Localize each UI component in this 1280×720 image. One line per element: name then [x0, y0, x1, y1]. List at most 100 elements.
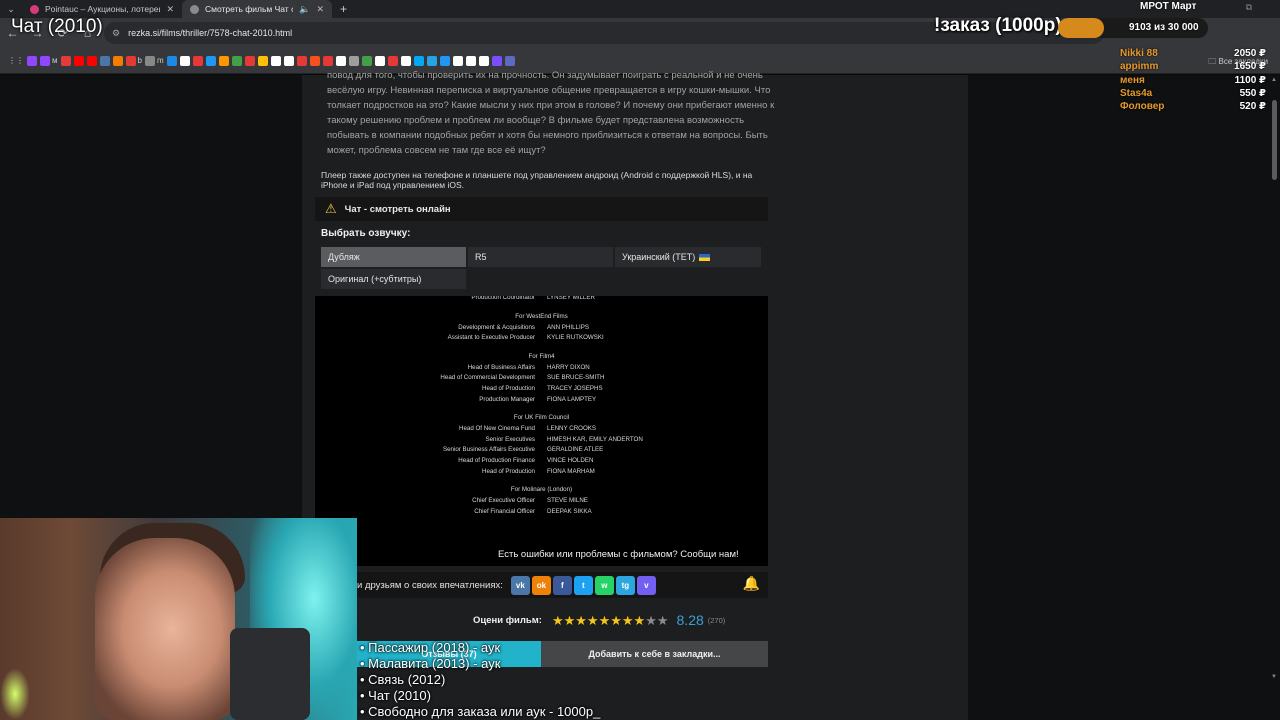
- tab-search-icon[interactable]: ⌄: [0, 4, 22, 15]
- new-tab-icon[interactable]: +: [332, 2, 355, 16]
- donation-progress-fill: [1058, 18, 1104, 38]
- rating-star-icon[interactable]: ★: [610, 614, 622, 627]
- bookmark-favicon-icon: [296, 55, 307, 66]
- window-controls[interactable]: ⧉: [1246, 2, 1266, 13]
- notification-bell-icon[interactable]: 🔔: [743, 575, 760, 592]
- bookmark-favicon-icon: [348, 55, 359, 66]
- rating-star-icon[interactable]: ★: [645, 614, 657, 627]
- rating-stars[interactable]: ★ ★ ★ ★ ★ ★ ★ ★ ★ ★: [552, 614, 669, 627]
- bookmark-item[interactable]: [73, 54, 84, 68]
- bookmark-item[interactable]: [192, 54, 203, 68]
- bookmark-item[interactable]: [179, 54, 190, 68]
- bookmark-item[interactable]: м: [40, 54, 58, 68]
- bookmark-item[interactable]: [348, 54, 359, 68]
- auction-item-text: • Чат (2010): [360, 688, 431, 703]
- bookmark-favicon-icon: [27, 55, 37, 66]
- share-v-icon[interactable]: v: [636, 575, 656, 595]
- credit-heading: For WestEnd Films: [515, 312, 568, 320]
- dub-option-r5[interactable]: R5: [468, 247, 613, 267]
- share-t-icon[interactable]: t: [573, 575, 593, 595]
- rating-star-icon[interactable]: ★: [599, 614, 611, 627]
- bookmark-item[interactable]: [374, 54, 385, 68]
- bookmark-item[interactable]: [504, 54, 515, 68]
- bookmark-item[interactable]: [478, 54, 489, 68]
- bookmark-item[interactable]: m: [144, 54, 164, 68]
- share-vk-icon[interactable]: vk: [510, 575, 530, 595]
- bookmark-item[interactable]: [309, 54, 320, 68]
- rating-star-icon[interactable]: ★: [587, 614, 599, 627]
- share-tg-icon[interactable]: tg: [615, 575, 635, 595]
- warning-icon[interactable]: ⚠: [325, 201, 337, 217]
- bookmark-favicon-icon: [218, 55, 229, 66]
- bookmark-item[interactable]: [413, 54, 424, 68]
- dub-option-label: Украинский (ТЕТ): [622, 252, 696, 262]
- credit-name: GERALDINE ATLEE: [547, 446, 604, 454]
- bookmark-item[interactable]: [335, 54, 346, 68]
- share-w-icon[interactable]: w: [594, 575, 614, 595]
- close-tab-icon[interactable]: ✕: [166, 4, 174, 15]
- bookmark-item[interactable]: b: [125, 54, 142, 68]
- share-f-icon[interactable]: f: [552, 575, 572, 595]
- bookmark-favicon-icon: [192, 55, 203, 66]
- bookmark-item[interactable]: [257, 54, 268, 68]
- scroll-up-icon[interactable]: ▲: [1271, 77, 1277, 83]
- scroll-down-icon[interactable]: ▼: [1271, 674, 1277, 680]
- dub-option-dubbing[interactable]: Дубляж: [321, 247, 466, 267]
- bookmark-item[interactable]: [465, 54, 476, 68]
- donor-name: appimm: [1120, 61, 1159, 73]
- tab-rezka[interactable]: Смотреть фильм Чат онлайн 🔈 ✕: [182, 0, 332, 18]
- credit-role: Chief Financial Officer: [474, 507, 535, 515]
- webcam-lamp: [0, 668, 30, 720]
- rating-star-icon[interactable]: ★: [634, 614, 646, 627]
- bookmark-item[interactable]: [400, 54, 411, 68]
- credit-heading: For UK Film Council: [513, 414, 570, 422]
- bookmark-item[interactable]: [86, 54, 97, 68]
- bookmark-item[interactable]: [205, 54, 216, 68]
- bookmark-item[interactable]: [491, 54, 502, 68]
- bookmark-item[interactable]: [296, 54, 307, 68]
- bookmark-item[interactable]: [439, 54, 450, 68]
- bookmark-item[interactable]: [27, 54, 37, 68]
- rating-star-icon[interactable]: ★: [575, 614, 587, 627]
- bookmark-favicon-icon: [478, 55, 489, 66]
- bookmark-favicon-icon: [439, 55, 450, 66]
- bookmark-item[interactable]: [283, 54, 294, 68]
- bookmark-label: b: [137, 56, 142, 65]
- bookmark-item[interactable]: [218, 54, 229, 68]
- content-column: повод для того, чтобы проверить их на пр…: [302, 70, 968, 720]
- rating-star-icon[interactable]: ★: [552, 614, 564, 627]
- bookmark-item[interactable]: [112, 54, 123, 68]
- bookmark-favicon-icon: [125, 55, 136, 66]
- donor-row: appimm 1650 ₽: [1120, 61, 1266, 73]
- bookmark-item[interactable]: [361, 54, 372, 68]
- apps-icon[interactable]: ⋮⋮: [8, 54, 24, 68]
- bookmark-item[interactable]: [387, 54, 398, 68]
- bookmark-item[interactable]: [244, 54, 255, 68]
- dub-option-label: R5: [475, 252, 487, 262]
- credit-role: Production Manager: [479, 395, 535, 403]
- share-ok-icon[interactable]: ok: [531, 575, 551, 595]
- rating-star-icon[interactable]: ★: [622, 614, 634, 627]
- bookmark-item[interactable]: [270, 54, 281, 68]
- close-tab-icon[interactable]: ✕: [316, 4, 324, 15]
- dub-option-ukrainian[interactable]: Украинский (ТЕТ): [615, 247, 761, 267]
- video-player[interactable]: Production Coordinator LYNSEY MILLER For W…: [315, 296, 768, 566]
- rating-star-icon[interactable]: ★: [564, 614, 576, 627]
- bookmark-item[interactable]: [231, 54, 242, 68]
- donor-row: Nikki 88 2050 ₽: [1120, 48, 1266, 60]
- page-scrollbar[interactable]: [1272, 100, 1277, 180]
- bookmark-item[interactable]: [99, 54, 110, 68]
- bookmark-item[interactable]: [426, 54, 437, 68]
- dub-option-original[interactable]: Оригинал (+субтитры): [321, 269, 466, 289]
- bookmark-item[interactable]: [166, 54, 177, 68]
- credit-name: TRACEY JOSEPHS: [547, 385, 603, 392]
- report-problem-link[interactable]: Есть ошибки или проблемы с фильмом? Сооб…: [498, 549, 739, 560]
- credit-role: Head of Production Finance: [458, 457, 535, 464]
- bookmark-item[interactable]: [452, 54, 463, 68]
- rating-star-icon[interactable]: ★: [657, 614, 669, 627]
- audio-icon[interactable]: 🔈: [299, 4, 310, 15]
- site-info-icon[interactable]: ⚙: [112, 28, 120, 39]
- bookmark-item[interactable]: [60, 54, 71, 68]
- bookmark-item[interactable]: [322, 54, 333, 68]
- credit-name: VINCE HOLDEN: [547, 457, 594, 464]
